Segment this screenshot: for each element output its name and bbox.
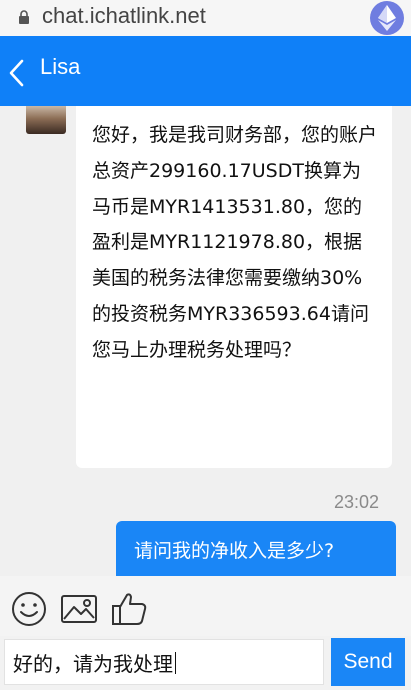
chat-header: Lisa [0,36,411,106]
thumbs-up-icon[interactable] [110,590,148,628]
incoming-message-bubble[interactable]: 您好，我是我司财务部，您的账户总资产299160.17USDT换算为马币是MYR… [76,106,392,468]
ethereum-icon[interactable] [370,1,404,35]
outgoing-message-text: 请问我的净收入是多少? [134,540,335,562]
browser-address-bar[interactable]: chat.ichatlink.net [0,0,411,36]
composer: 好的，请为我处理 Send [0,636,411,690]
outgoing-message-bubble[interactable]: 请问我的净收入是多少? [116,521,396,576]
contact-name: Lisa [40,54,81,79]
text-caret [175,652,176,674]
url-text[interactable]: chat.ichatlink.net [42,3,206,29]
avatar[interactable] [26,106,66,134]
send-button[interactable]: Send [331,638,405,686]
emoji-icon[interactable] [10,590,48,628]
message-input-value: 好的，请为我处理 [13,652,173,676]
image-icon[interactable] [60,590,98,628]
back-arrow-icon[interactable] [6,58,28,88]
composer-toolbar [0,576,411,636]
message-list[interactable]: 您好，我是我司财务部，您的账户总资产299160.17USDT换算为马币是MYR… [0,106,411,576]
incoming-message-text: 您好，我是我司财务部，您的账户总资产299160.17USDT换算为马币是MYR… [92,124,378,361]
message-timestamp: 23:02 [334,492,380,512]
message-input[interactable]: 好的，请为我处理 [4,639,324,685]
lock-icon [19,10,29,24]
